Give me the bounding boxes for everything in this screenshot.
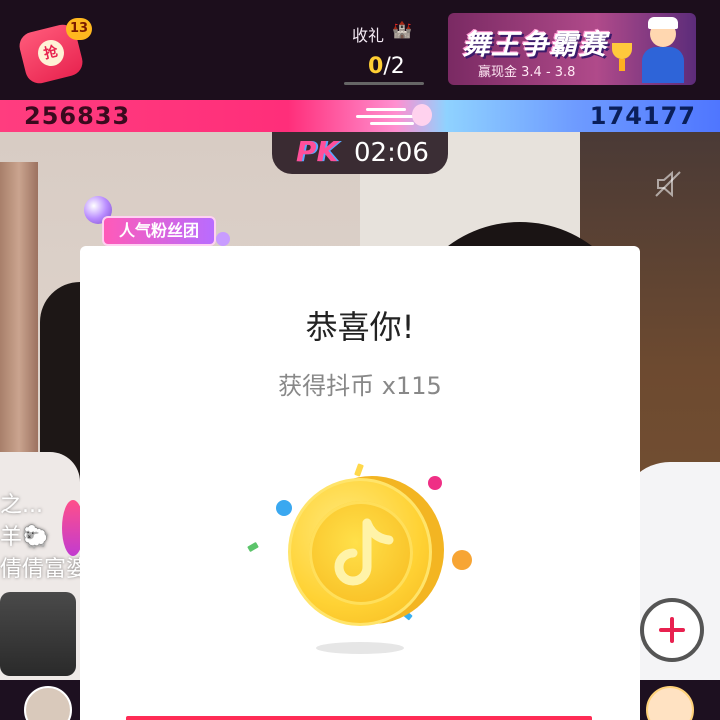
fan-club-label: 人气粉丝团 — [102, 216, 216, 246]
gift-title: 收礼 — [352, 26, 385, 45]
douyin-logo-icon — [334, 518, 394, 586]
gift-received: 0 — [368, 54, 384, 79]
spark-icon — [356, 100, 434, 132]
pk-timer: PK 02:06 — [272, 132, 448, 174]
mute-icon[interactable] — [652, 168, 684, 200]
coin-inner — [309, 501, 413, 605]
pk-score-right: 174177 — [589, 102, 696, 130]
event-banner[interactable]: 舞王争霸赛 赢现金 3.4 - 3.8 — [448, 13, 696, 85]
pk-score-bar: 256833 174177 — [0, 100, 720, 132]
gift-total: /2 — [383, 54, 405, 79]
fan-club-badge[interactable]: 人气粉丝团 — [84, 196, 234, 250]
confetti-strip — [354, 463, 364, 477]
comment-line: 羊🐑 — [0, 525, 50, 550]
douyin-coin-icon — [240, 463, 480, 664]
pk-score-left: 256833 — [24, 102, 131, 130]
host-illustration — [636, 17, 690, 83]
castle-icon: 🏰 — [392, 20, 412, 39]
dialog-title: 恭喜你! — [305, 308, 415, 346]
add-button[interactable] — [640, 598, 704, 662]
decor-ball — [216, 232, 230, 246]
coin-shadow — [316, 642, 404, 654]
coin-face — [288, 478, 432, 626]
confetti-strip — [247, 541, 259, 553]
red-packet-button[interactable]: 抢 13 — [16, 18, 92, 87]
side-comments: 之... 羊🐑 倩倩富婆 — [0, 490, 89, 586]
plus-icon-vertical — [670, 617, 674, 643]
dialog-action-button[interactable] — [126, 716, 592, 720]
reward-dialog: 恭喜你! 获得抖币 x115 — [80, 246, 640, 720]
microphone — [0, 592, 76, 676]
gift-progress[interactable]: 收礼 🏰 0/2 — [344, 14, 430, 86]
dialog-subtitle: 获得抖币 x115 — [278, 372, 442, 400]
gift-count: 0/2 — [368, 54, 405, 79]
trophy-icon — [612, 43, 632, 71]
comment-line: 倩倩富婆 — [0, 557, 89, 582]
event-banner-subtitle: 赢现金 3.4 - 3.8 — [478, 65, 576, 80]
gift-underline — [344, 82, 424, 85]
confetti-dot — [276, 500, 292, 516]
comment-line: 之... — [0, 493, 43, 518]
pk-logo: PK — [296, 135, 339, 168]
red-packet-count-badge: 13 — [66, 18, 92, 40]
confetti-dot — [428, 476, 442, 490]
confetti-dot — [452, 550, 472, 570]
pk-countdown: 02:06 — [354, 138, 429, 168]
event-banner-title: 舞王争霸赛 — [462, 28, 608, 61]
